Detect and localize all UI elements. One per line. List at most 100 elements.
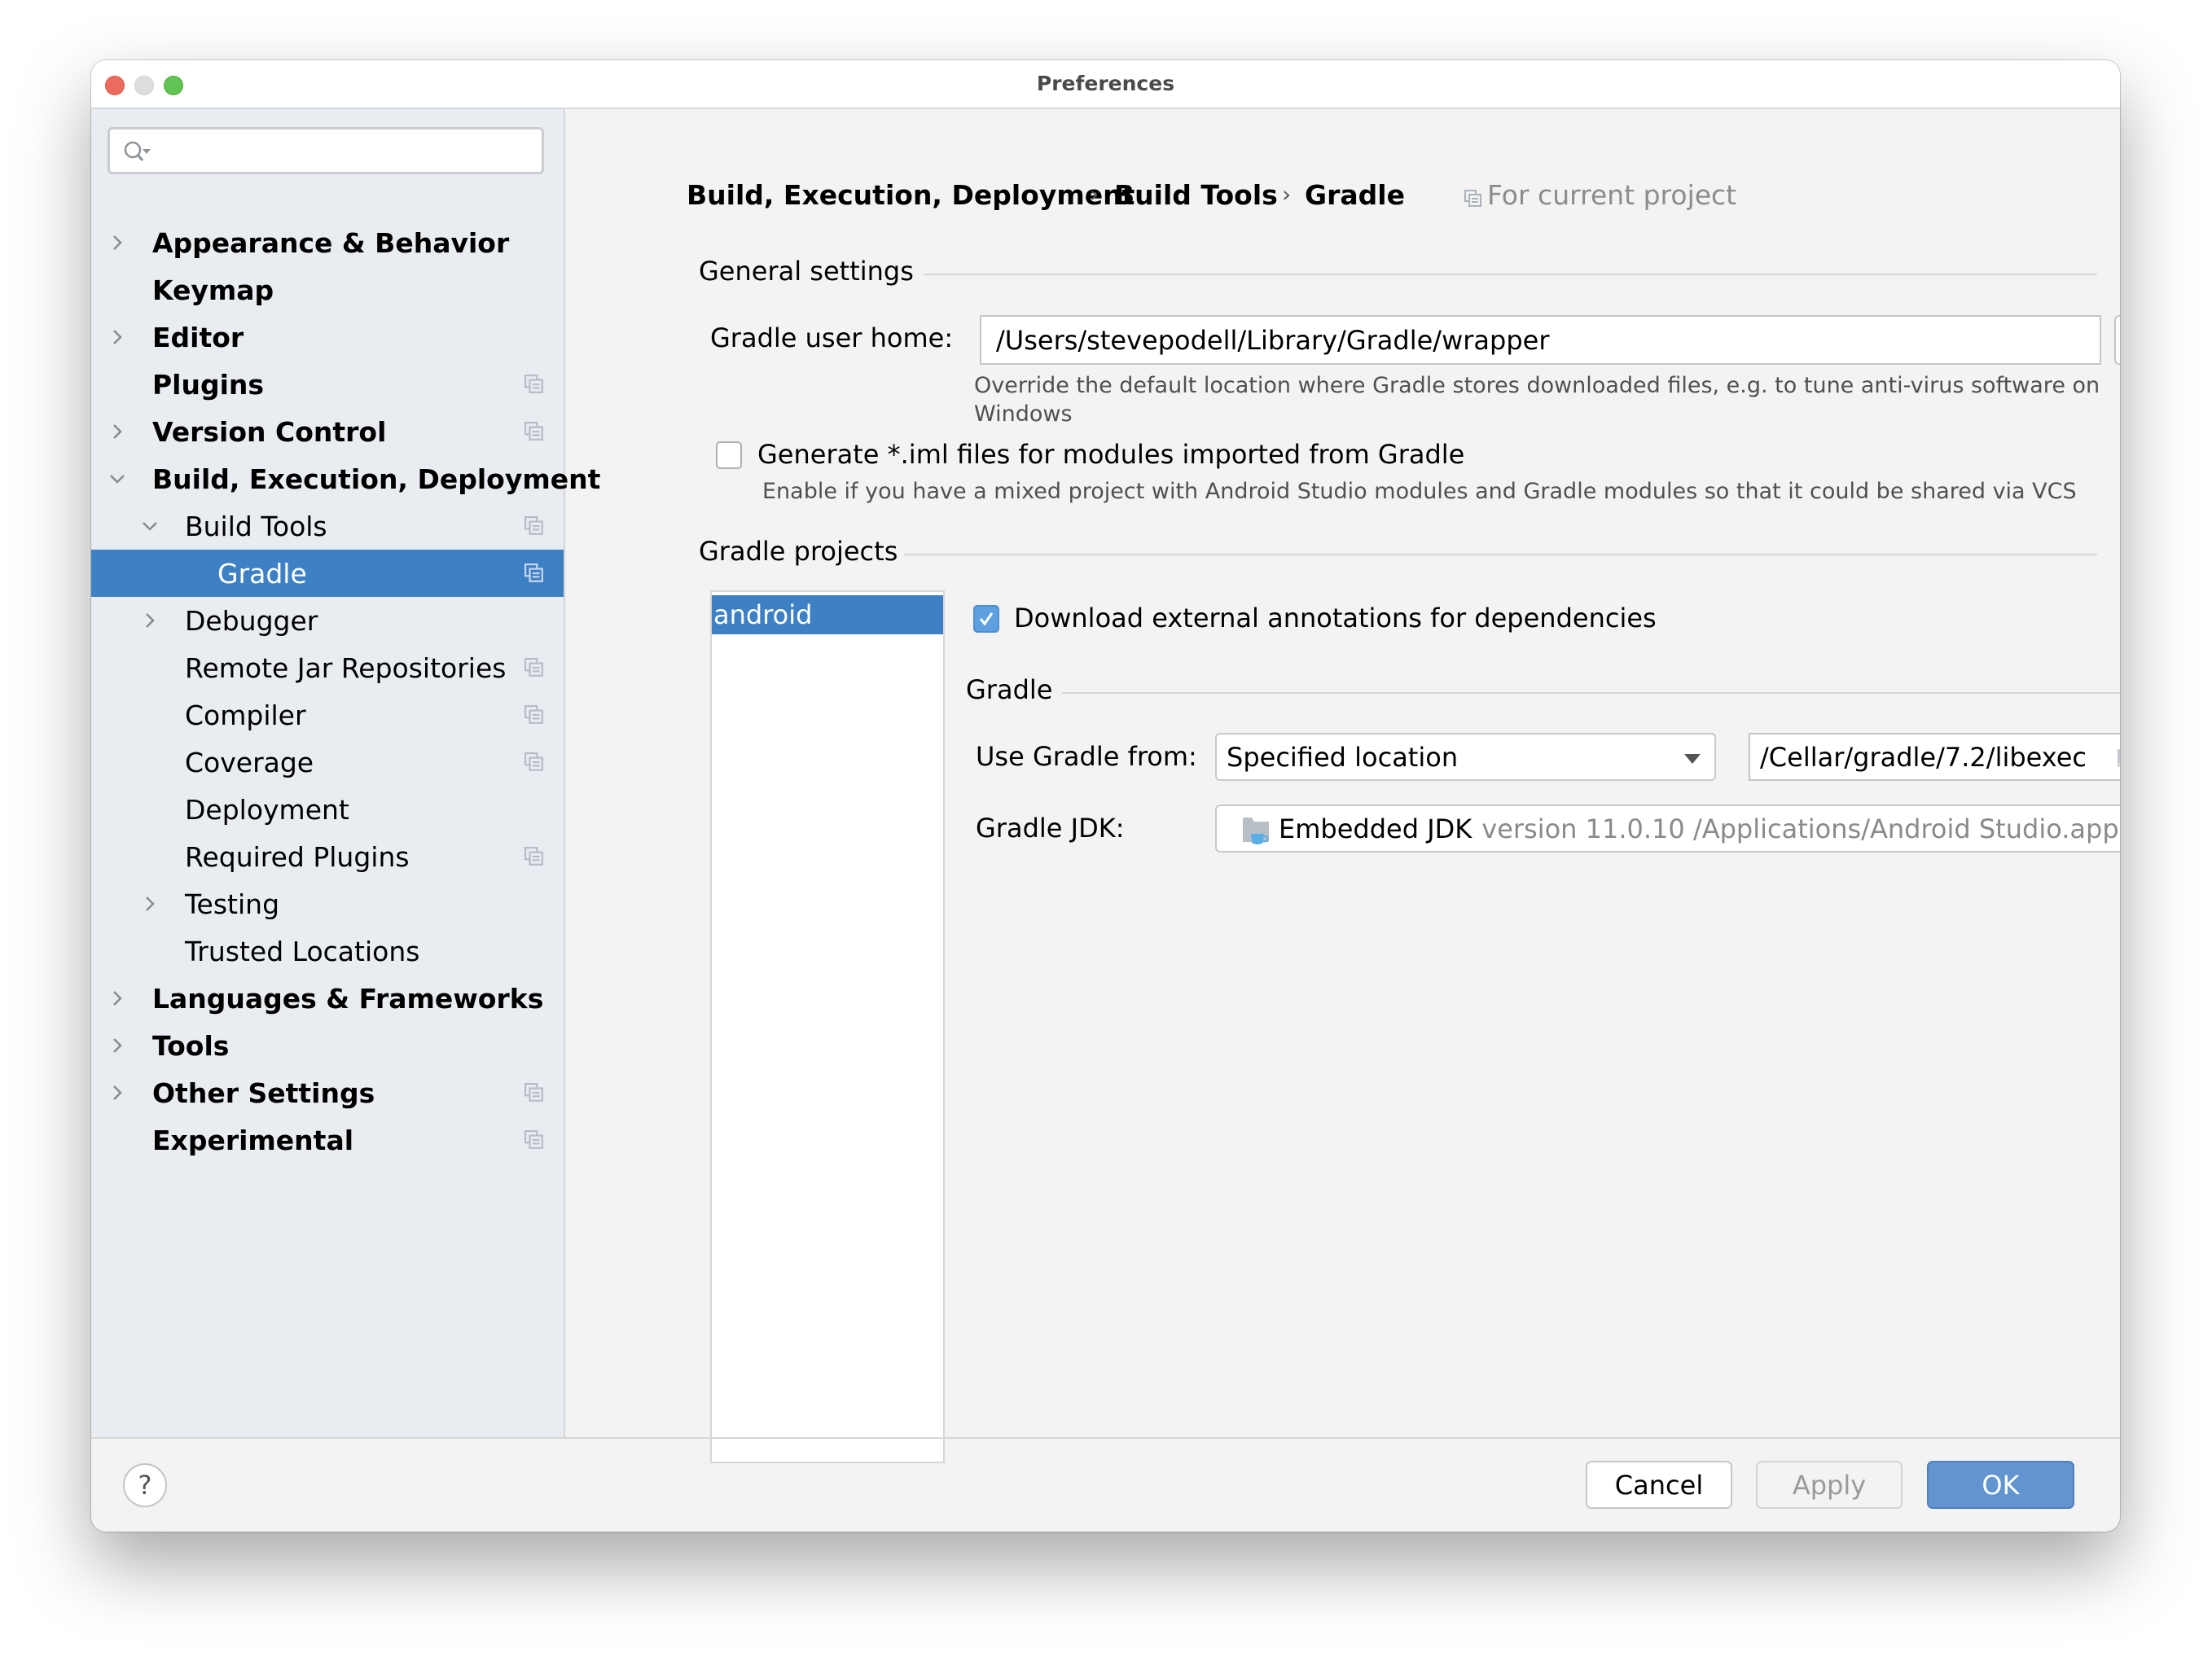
gradle-section-divider [1062,692,2120,694]
sidebar-item-other-settings[interactable]: Other Settings [91,1069,564,1116]
gradle-jdk-dropdown[interactable]: Embedded JDK version 11.0.10 /Applicatio… [1215,805,2120,853]
checkmark-icon [979,612,994,626]
sidebar-item-gradle[interactable]: Gradle [91,550,564,597]
browse-gradle-home-button[interactable]: ... [2114,315,2120,365]
chevron-right-icon[interactable] [108,328,126,346]
sidebar-item-compiler[interactable]: Compiler [91,691,564,739]
window-title: Preferences [1036,72,1175,95]
gradle-user-home-hint: Override the default location where Grad… [974,373,2100,398]
sidebar-item-appearance-behavior[interactable]: Appearance & Behavior [91,219,564,266]
gradle-location-value: /Cellar/gradle/7.2/libexec [1760,741,2087,773]
gradle-projects-list[interactable]: android [710,590,945,1463]
breadcrumb-item-gradle: Gradle [1305,179,1405,211]
general-settings-divider [924,274,2097,275]
download-annotations-checkbox[interactable] [973,605,999,633]
project-scope-icon [524,422,543,441]
sidebar-item-label: Debugger [185,604,318,637]
gradle-settings-panel: Build, Execution, Deployment › Build Too… [565,109,2120,1463]
breadcrumb-item-build-tools[interactable]: Build Tools [1114,179,1278,211]
sidebar-item-label: Required Plugins [185,840,410,873]
gradle-user-home-hint-continued: Windows [974,401,1073,427]
sidebar-item-required-plugins[interactable]: Required Plugins [91,833,564,880]
gradle-jdk-label: Gradle JDK: [976,813,1125,844]
sidebar-item-debugger[interactable]: Debugger [91,597,564,644]
generate-iml-hint: Enable if you have a mixed project with … [762,479,2077,504]
sidebar-item-build-tools[interactable]: Build Tools [91,502,564,550]
sidebar-item-languages-frameworks[interactable]: Languages & Frameworks [91,975,564,1022]
sidebar-item-label: Coverage [185,746,314,778]
sidebar-item-label: Keymap [152,274,274,306]
apply-button[interactable]: Apply [1756,1461,1903,1509]
chevron-right-icon[interactable] [108,1037,126,1054]
sidebar-item-label: Compiler [185,699,306,731]
sidebar-item-label: Gradle [217,557,307,590]
sidebar-item-plugins[interactable]: Plugins [91,361,564,408]
sidebar-item-build-execution-deployment[interactable]: Build, Execution, Deployment [91,455,600,502]
project-scope-icon [524,658,543,677]
preferences-window: Preferences Appearance & Behavior Keymap E… [91,60,2120,1532]
chevron-right-icon[interactable] [108,1084,126,1102]
sidebar-item-label: Other Settings [152,1076,375,1109]
sidebar-item-coverage[interactable]: Coverage [91,739,564,786]
jdk-folder-icon [1243,818,1269,844]
sidebar-item-label: Tools [152,1029,230,1062]
sidebar-item-label: Remote Jar Repositories [185,651,507,684]
ok-button[interactable]: OK [1927,1461,2074,1509]
cancel-button[interactable]: Cancel [1586,1461,1732,1509]
project-scope-icon [524,516,543,535]
settings-search-input[interactable] [108,127,544,174]
download-annotations-label[interactable]: Download external annotations for depend… [1014,603,1657,634]
search-icon [124,141,151,161]
project-scope-icon [524,375,543,393]
chevron-right-icon[interactable] [108,989,126,1007]
sidebar-item-label: Version Control [152,415,387,448]
generate-iml-checkbox[interactable] [716,441,742,469]
chevron-right-icon[interactable] [108,423,126,441]
generate-iml-label[interactable]: Generate *.iml files for modules importe… [757,439,1464,470]
gradle-section-title: Gradle [966,674,1053,705]
gradle-user-home-label: Gradle user home: [710,322,954,353]
project-scope-icon [524,705,543,724]
sidebar-item-label: Editor [152,321,244,353]
chevron-right-icon[interactable] [108,234,126,252]
chevron-right-icon[interactable] [141,895,159,913]
sidebar-item-label: Trusted Locations [185,935,420,967]
sidebar-item-version-control[interactable]: Version Control [91,408,564,455]
breadcrumb-separator: › [1282,181,1292,208]
project-scope-icon [524,1130,543,1149]
folder-icon[interactable] [2117,748,2120,769]
general-settings-title: General settings [699,256,914,287]
sidebar-item-deployment[interactable]: Deployment [91,786,564,833]
use-gradle-from-dropdown[interactable]: Specified location [1215,733,1716,781]
sidebar-item-trusted-locations[interactable]: Trusted Locations [91,927,564,975]
use-gradle-from-label: Use Gradle from: [976,741,1197,772]
gradle-user-home-input[interactable]: /Users/stevepodell/Library/Gradle/wrappe… [980,315,2101,365]
breadcrumb-separator: › [1090,181,1099,208]
sidebar-item-experimental[interactable]: Experimental [91,1116,564,1164]
sidebar-item-remote-jar-repositories[interactable]: Remote Jar Repositories [91,644,564,691]
sidebar-item-keymap[interactable]: Keymap [91,266,564,314]
gradle-user-home-value: /Users/stevepodell/Library/Gradle/wrappe… [996,324,1550,356]
help-button[interactable]: ? [123,1463,167,1507]
footer-divider [91,1437,2120,1439]
sidebar-item-tools[interactable]: Tools [91,1022,564,1069]
title-bar: Preferences [91,60,2120,109]
gradle-jdk-name: Embedded JDK [1279,813,1472,844]
sidebar-item-editor[interactable]: Editor [91,314,564,361]
chevron-right-icon[interactable] [141,612,159,629]
use-gradle-from-value: Specified location [1227,741,1459,773]
settings-sidebar: Appearance & Behavior Keymap Editor Plugins… [91,109,600,1437]
sidebar-item-label: Deployment [185,793,349,826]
gradle-location-input[interactable]: /Cellar/gradle/7.2/libexec [1749,733,2120,781]
chevron-down-icon[interactable] [108,470,126,488]
scope-label: For current project [1487,179,1737,211]
project-scope-icon [524,1083,543,1102]
sidebar-item-testing[interactable]: Testing [91,880,564,927]
project-scope-icon [524,563,543,582]
project-list-item-android[interactable]: android [712,595,943,634]
sidebar-item-label: Appearance & Behavior [152,226,510,259]
chevron-down-icon[interactable] [141,517,159,535]
gradle-projects-title: Gradle projects [699,536,898,567]
breadcrumb-item-build-execution-deployment[interactable]: Build, Execution, Deployment [687,179,1135,211]
sidebar-item-label: Experimental [152,1124,354,1156]
